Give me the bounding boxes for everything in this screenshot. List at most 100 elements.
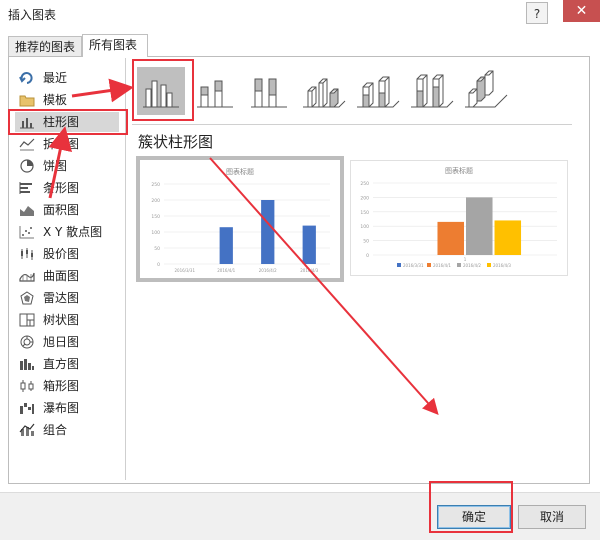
bar xyxy=(219,227,233,264)
sidebar-item-label: 股价图 xyxy=(43,247,80,261)
sidebar-item-pie[interactable]: 饼图 xyxy=(15,156,119,176)
bar xyxy=(261,200,275,264)
help-button[interactable]: ? xyxy=(526,2,548,24)
sidebar-item-label: 直方图 xyxy=(43,357,80,371)
clustered-column-icon xyxy=(143,80,179,108)
sidebar-item-stock[interactable]: 股价图 xyxy=(15,244,119,264)
3d-stacked-column-icon xyxy=(357,76,400,108)
percent-stacked-column-icon xyxy=(251,78,287,108)
x-tick-label: 2016/4/2 xyxy=(259,268,277,273)
dialog-footer: 确定 取消 xyxy=(0,492,600,540)
cancel-button[interactable]: 取消 xyxy=(518,505,586,529)
stacked-column-icon xyxy=(197,80,233,108)
bar-chart-icon xyxy=(19,182,32,194)
sidebar-item-scatter[interactable]: X Y 散点图 xyxy=(15,222,119,242)
legend-swatch xyxy=(427,263,431,267)
sidebar-item-label: 柱形图 xyxy=(43,115,80,129)
sidebar-item-surface[interactable]: 曲面图 xyxy=(15,266,119,286)
recent-icon xyxy=(19,72,33,84)
subtype-3d-100-stacked-column[interactable] xyxy=(407,67,455,115)
bar xyxy=(302,225,316,264)
legend-label: 2016/4/2 xyxy=(463,263,481,268)
combo-chart-icon xyxy=(19,423,35,436)
x-tick-label: 2016/3/31 xyxy=(174,268,195,273)
window-title: 插入图表 xyxy=(8,8,57,22)
treemap-chart-icon xyxy=(19,313,35,327)
sidebar-item-column[interactable]: 柱形图 xyxy=(15,112,119,132)
y-tick-label: 50 xyxy=(363,239,369,245)
sidebar-item-label: 瀑布图 xyxy=(43,401,80,415)
legend-label: 2016/3/31 xyxy=(403,263,424,268)
subtype-stacked-column[interactable] xyxy=(191,67,239,115)
chart-preview-2[interactable]: 图表标题 250 200 150 100 50 0 1 2016/3/31 2016/4/1… xyxy=(350,160,568,276)
title-bar: 插入图表 ? ✕ xyxy=(0,0,600,28)
sidebar-item-histogram[interactable]: 直方图 xyxy=(15,354,119,374)
sidebar-item-sunburst[interactable]: 旭日图 xyxy=(15,332,119,352)
y-tick-label: 200 xyxy=(360,195,369,201)
ok-button[interactable]: 确定 xyxy=(437,505,511,529)
x-tick-label: 2016/4/1 xyxy=(217,268,235,273)
close-button[interactable]: ✕ xyxy=(563,0,600,22)
line-chart-icon xyxy=(19,138,35,151)
x-tick-label: 2016/4/3 xyxy=(300,268,318,273)
sidebar-item-label: 雷达图 xyxy=(43,291,80,305)
sidebar-item-combo[interactable]: 组合 xyxy=(15,420,119,440)
y-tick-label: 100 xyxy=(151,230,160,236)
sidebar-item-bar[interactable]: 条形图 xyxy=(15,178,119,198)
waterfall-chart-icon xyxy=(20,403,34,414)
subtype-100-stacked-column[interactable] xyxy=(245,67,293,115)
sidebar-item-label: 最近 xyxy=(43,71,68,85)
radar-chart-icon xyxy=(20,291,34,305)
sidebar-item-area[interactable]: 面积图 xyxy=(15,200,119,220)
sidebar-item-label: 折线图 xyxy=(43,137,80,151)
template-folder-icon xyxy=(19,95,35,107)
sunburst-chart-icon xyxy=(20,335,34,349)
sidebar-item-recent[interactable]: 最近 xyxy=(15,68,119,88)
sidebar-item-box-whisker[interactable]: 箱形图 xyxy=(15,376,119,396)
sidebar-item-waterfall[interactable]: 瀑布图 xyxy=(15,398,119,418)
sidebar-item-label: 模板 xyxy=(43,93,68,107)
bar xyxy=(494,220,522,255)
sidebar-item-line[interactable]: 折线图 xyxy=(15,134,119,154)
legend-swatch xyxy=(397,263,401,267)
tab-all-charts[interactable]: 所有图表 xyxy=(82,34,148,57)
sidebar-item-treemap[interactable]: 树状图 xyxy=(15,310,119,330)
subtype-clustered-column[interactable] xyxy=(137,67,185,115)
sidebar-item-label: 条形图 xyxy=(43,181,80,195)
y-tick-label: 250 xyxy=(151,182,160,188)
scatter-chart-icon xyxy=(19,226,34,239)
sidebar-item-label: 旭日图 xyxy=(43,335,80,349)
sidebar-item-templates[interactable]: 模板 xyxy=(15,90,119,110)
preview-chart-svg: 图表标题 250 200 150 100 50 0 1 2016/3/31 2016/4/1… xyxy=(360,166,557,268)
preview-chart-title: 图表标题 xyxy=(226,167,254,176)
chart-preview-1[interactable]: 图表标题 250 200 150 100 50 0 2016/3/31 2016/4/1 20… xyxy=(136,156,344,282)
legend-label: 2016/4/3 xyxy=(493,263,511,268)
bar xyxy=(437,221,464,255)
chart-subtype-title: 簇状柱形图 xyxy=(138,133,214,151)
stock-chart-icon xyxy=(21,248,33,260)
area-chart-icon xyxy=(20,206,34,216)
y-tick-label: 150 xyxy=(360,210,369,216)
subtype-3d-column[interactable] xyxy=(461,67,509,115)
legend-swatch xyxy=(457,263,461,267)
sidebar-item-radar[interactable]: 雷达图 xyxy=(15,288,119,308)
box-whisker-chart-icon xyxy=(20,380,34,392)
3d-column-icon xyxy=(465,70,508,108)
y-tick-label: 250 xyxy=(360,181,369,187)
divider xyxy=(132,124,572,125)
sidebar-item-label: 树状图 xyxy=(43,313,80,327)
y-tick-label: 0 xyxy=(157,262,160,268)
sidebar-item-label: 箱形图 xyxy=(43,379,80,393)
column-chart-icon xyxy=(20,118,34,129)
sidebar-item-label: X Y 散点图 xyxy=(43,225,103,239)
preview-chart-title: 图表标题 xyxy=(445,166,473,175)
subtype-3d-stacked-column[interactable] xyxy=(353,67,401,115)
tab-recommended-charts[interactable]: 推荐的图表 xyxy=(8,36,82,57)
y-tick-label: 100 xyxy=(360,224,369,230)
3d-clustered-column-icon xyxy=(303,78,346,108)
legend-swatch xyxy=(487,263,491,267)
y-tick-label: 50 xyxy=(154,246,160,252)
sidebar-item-label: 面积图 xyxy=(43,203,80,217)
subtype-3d-clustered-column[interactable] xyxy=(299,67,347,115)
surface-chart-icon xyxy=(19,272,35,282)
